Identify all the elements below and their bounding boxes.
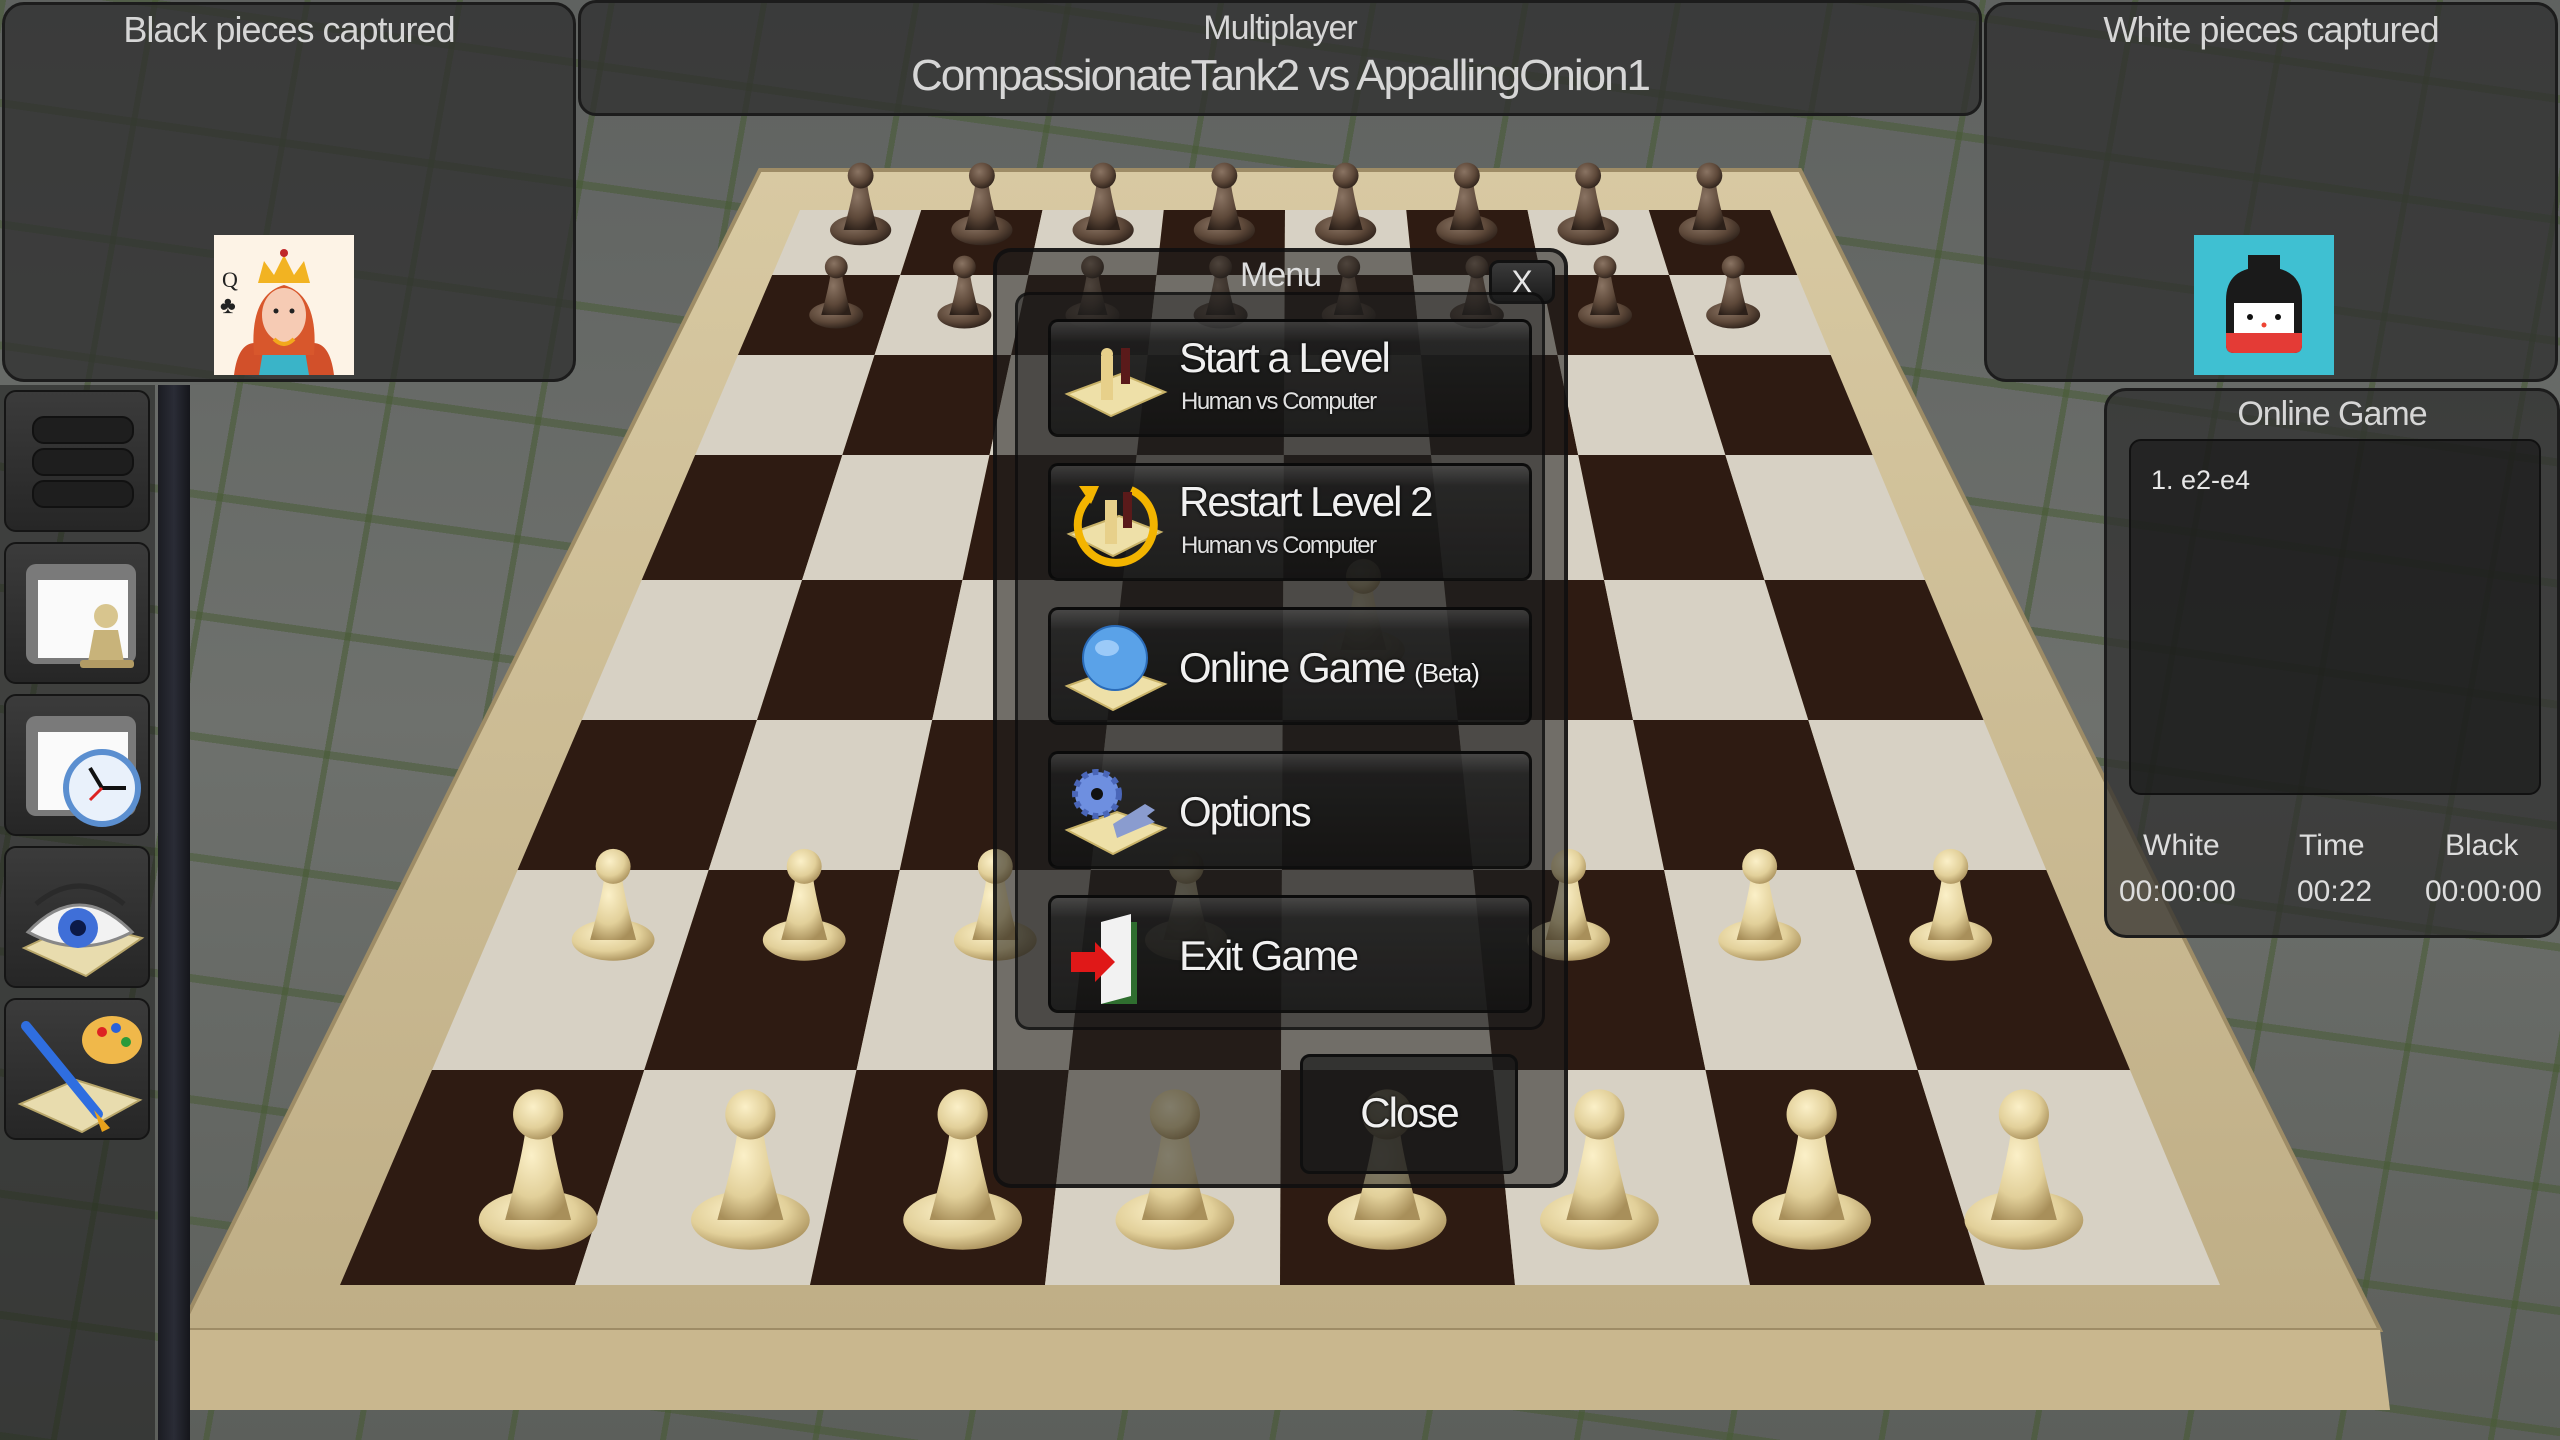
menu-item-label: Start a Level bbox=[1179, 334, 1391, 381]
menu-item-sublabel: Human vs Computer bbox=[1181, 532, 1377, 559]
menu-item-label-text: Online Game bbox=[1179, 644, 1406, 691]
menu-item-online-game[interactable]: Online Game (Beta) bbox=[1048, 607, 1532, 725]
svg-text:♣: ♣ bbox=[220, 292, 236, 319]
menu-item-label: Online Game (Beta) bbox=[1179, 644, 1480, 692]
clock-header-time: Time bbox=[2299, 829, 2365, 862]
white-captured-panel: White pieces captured bbox=[1984, 2, 2558, 382]
menu-item-options[interactable]: Options bbox=[1048, 751, 1532, 869]
online-game-panel: Online Game 1. e2-e4 White Time Black 00… bbox=[2104, 388, 2560, 938]
eye-board-icon bbox=[21, 883, 145, 978]
move-list[interactable]: 1. e2-e4 bbox=[2129, 439, 2541, 795]
menu-item-start-level[interactable]: Start a Level Human vs Computer bbox=[1048, 319, 1532, 437]
menu-item-restart-level[interactable]: Restart Level 2 Human vs Computer bbox=[1048, 463, 1532, 581]
svg-text:Q: Q bbox=[222, 267, 238, 292]
restart-board-icon bbox=[1066, 486, 1164, 567]
menu-item-label: Restart Level 2 bbox=[1179, 478, 1433, 525]
menu-item-label: Options bbox=[1179, 788, 1312, 835]
menu-item-label: Exit Game bbox=[1179, 932, 1359, 979]
sidebar-clock-button[interactable] bbox=[4, 694, 150, 836]
menu-close-button[interactable]: Close bbox=[1300, 1054, 1518, 1174]
match-header-panel: Multiplayer CompassionateTank2 vs Appall… bbox=[578, 0, 1982, 116]
sidebar-scroll-rail[interactable] bbox=[158, 385, 190, 1440]
sidebar-new-game-button[interactable] bbox=[4, 542, 150, 684]
menu-title: Menu bbox=[1239, 256, 1322, 294]
black-captured-title: Black pieces captured bbox=[123, 9, 455, 50]
menu-item-sublabel: Human vs Computer bbox=[1181, 388, 1377, 415]
online-game-title: Online Game bbox=[2237, 395, 2427, 433]
black-captured-panel: Black pieces captured Q ♣ bbox=[2, 2, 576, 382]
white-captured-title: White pieces captured bbox=[2103, 9, 2439, 50]
black-clock: 00:00:00 bbox=[2425, 875, 2542, 908]
elapsed-time: 00:22 bbox=[2297, 875, 2373, 908]
globe-board-icon bbox=[1064, 625, 1168, 712]
exit-door-icon bbox=[1071, 914, 1137, 1004]
clock-header-black: Black bbox=[2445, 829, 2519, 862]
sidebar-menu-button[interactable] bbox=[4, 390, 150, 532]
paintbrush-palette-icon bbox=[17, 1016, 143, 1134]
menu-dialog: Menu X Start a Level Human vs Computer R… bbox=[993, 248, 1568, 1188]
sidebar-theme-button[interactable] bbox=[4, 998, 150, 1140]
board-frame-front bbox=[170, 1330, 2390, 1410]
white-clock: 00:00:00 bbox=[2119, 875, 2236, 908]
menu-item-exit-game[interactable]: Exit Game bbox=[1048, 895, 1532, 1013]
beta-badge: (Beta) bbox=[1414, 658, 1480, 688]
window-pawn-icon bbox=[26, 564, 136, 668]
window-clock-icon bbox=[26, 716, 141, 827]
chess-board-icon bbox=[1064, 348, 1168, 418]
move-entry: 1. e2-e4 bbox=[2151, 465, 2251, 495]
gear-wrench-icon bbox=[1064, 769, 1168, 856]
queen-of-clubs-card-avatar: Q ♣ bbox=[214, 235, 354, 375]
player-matchup: CompassionateTank2 vs AppallingOnion1 bbox=[910, 51, 1651, 100]
sidebar-view-button[interactable] bbox=[4, 846, 150, 988]
menu-items-container: Start a Level Human vs Computer Restart … bbox=[1015, 292, 1545, 1030]
game-mode-label: Multiplayer bbox=[1203, 9, 1357, 47]
kokeshi-doll-avatar bbox=[2194, 235, 2334, 375]
clock-header-white: White bbox=[2143, 829, 2220, 862]
